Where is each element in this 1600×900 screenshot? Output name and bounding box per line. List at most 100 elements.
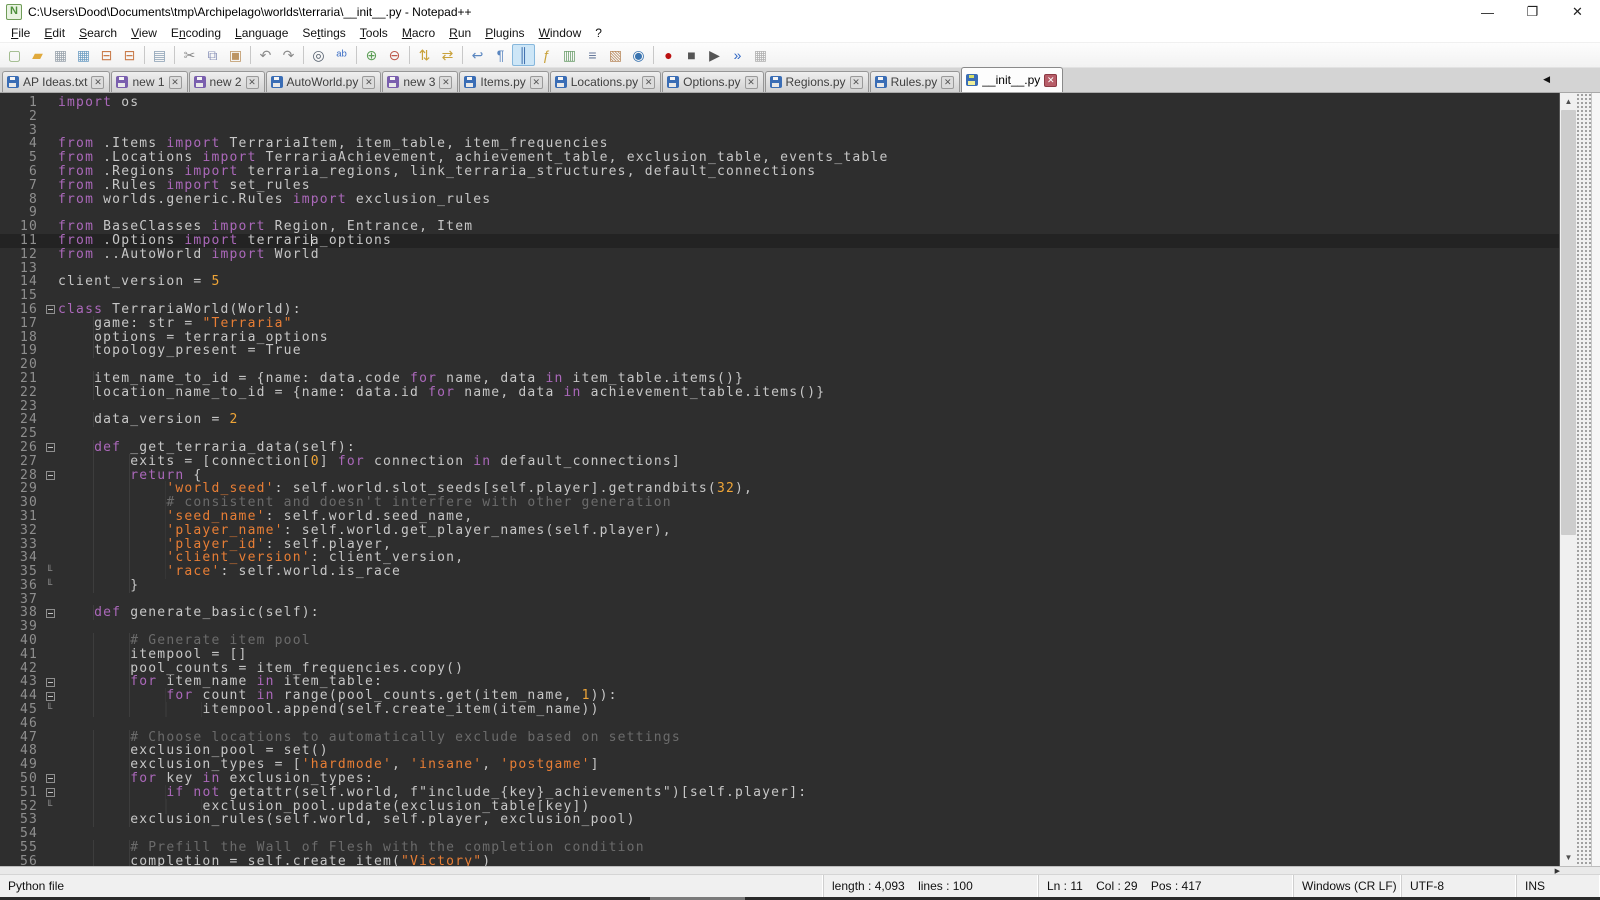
fold-collapse-icon[interactable] bbox=[46, 609, 55, 618]
menu-item-macro[interactable]: Macro bbox=[395, 25, 442, 41]
new-file-icon[interactable]: ▢ bbox=[3, 44, 26, 66]
tab-close-icon[interactable]: ✕ bbox=[169, 76, 182, 89]
status-eol-format[interactable]: Windows (CR LF) bbox=[1294, 875, 1402, 897]
indent-guide-icon[interactable]: ║ bbox=[512, 44, 535, 66]
code-line: 12from ..AutoWorld import World bbox=[0, 248, 1559, 262]
fold-collapse-icon[interactable] bbox=[46, 443, 55, 452]
undo-icon[interactable]: ↶ bbox=[254, 44, 277, 66]
tab-options-py[interactable]: Options.py✕ bbox=[662, 71, 763, 92]
tab-close-icon[interactable]: ✕ bbox=[941, 76, 954, 89]
run-macro-multi-icon[interactable]: » bbox=[726, 44, 749, 66]
vertical-scrollbar-thumb[interactable] bbox=[1561, 110, 1576, 535]
tab-locations-py[interactable]: Locations.py✕ bbox=[550, 71, 661, 92]
fold-collapse-icon[interactable] bbox=[46, 305, 55, 314]
save-macro-icon[interactable]: ▦ bbox=[749, 44, 772, 66]
tab-regions-py[interactable]: Regions.py✕ bbox=[765, 71, 869, 92]
tab-new-2[interactable]: new 2✕ bbox=[189, 71, 265, 92]
menu-item-edit[interactable]: Edit bbox=[37, 25, 72, 41]
horizontal-scrollbar[interactable]: ▶ bbox=[0, 866, 1600, 874]
copy-icon[interactable]: ⧉ bbox=[201, 44, 224, 66]
vertical-scrollbar[interactable]: ▲ ▼ bbox=[1559, 93, 1576, 866]
code-text: from ..AutoWorld import World bbox=[58, 248, 1559, 262]
print-icon[interactable]: ▤ bbox=[148, 44, 171, 66]
scroll-down-arrow-icon[interactable]: ▼ bbox=[1560, 849, 1577, 866]
fold-margin bbox=[42, 634, 58, 648]
doc-map-icon[interactable]: ▥ bbox=[558, 44, 581, 66]
menu-item-settings[interactable]: Settings bbox=[295, 25, 352, 41]
tab--init-py[interactable]: __init__.py✕ bbox=[961, 67, 1063, 92]
folder-workspace-icon[interactable]: ▧ bbox=[604, 44, 627, 66]
cut-icon[interactable]: ✂ bbox=[178, 44, 201, 66]
menu-item-run[interactable]: Run bbox=[442, 25, 478, 41]
minimize-button[interactable]: — bbox=[1465, 0, 1510, 24]
tab-close-icon[interactable]: ✕ bbox=[1044, 74, 1057, 87]
fold-collapse-icon[interactable] bbox=[46, 692, 55, 701]
menu-item-window[interactable]: Window bbox=[532, 25, 589, 41]
scroll-right-arrow-icon[interactable]: ▶ bbox=[1555, 867, 1560, 875]
doc-list-icon[interactable]: ≡ bbox=[581, 44, 604, 66]
menu-item-search[interactable]: Search bbox=[72, 25, 124, 41]
doc-monitor-icon[interactable]: ◉ bbox=[627, 44, 650, 66]
find-icon[interactable]: ◎ bbox=[307, 44, 330, 66]
fold-collapse-icon[interactable] bbox=[46, 788, 55, 797]
close-button[interactable]: ✕ bbox=[1555, 0, 1600, 24]
redo-icon[interactable]: ↷ bbox=[277, 44, 300, 66]
fold-collapse-icon[interactable] bbox=[46, 678, 55, 687]
sync-vertical-icon[interactable]: ⇅ bbox=[413, 44, 436, 66]
word-wrap-icon[interactable]: ↩ bbox=[466, 44, 489, 66]
tab-ap-ideas-txt[interactable]: AP Ideas.txt✕ bbox=[2, 71, 110, 92]
save-icon[interactable]: ▦ bbox=[49, 44, 72, 66]
code-text: item_name_to_id = {name: data.code for n… bbox=[58, 372, 1559, 386]
tab-close-icon[interactable]: ✕ bbox=[362, 76, 375, 89]
tab-autoworld-py[interactable]: AutoWorld.py✕ bbox=[266, 71, 382, 92]
tab-items-py[interactable]: Items.py✕ bbox=[459, 71, 548, 92]
code-line: 27 exits = [connection[0] for connection… bbox=[0, 455, 1559, 469]
code-editor[interactable]: 1import os234from .Items import Terraria… bbox=[0, 93, 1559, 866]
play-macro-icon[interactable]: ▶ bbox=[703, 44, 726, 66]
menu-item-?[interactable]: ? bbox=[588, 25, 609, 41]
tab-scroll-left-icon[interactable]: ◀ bbox=[1543, 74, 1550, 85]
scroll-up-arrow-icon[interactable]: ▲ bbox=[1560, 93, 1577, 110]
fold-margin bbox=[42, 689, 58, 703]
line-number: 17 bbox=[0, 317, 42, 331]
status-insert-mode[interactable]: INS bbox=[1517, 875, 1600, 897]
tab-close-icon[interactable]: ✕ bbox=[642, 76, 655, 89]
save-all-icon[interactable]: ▦ bbox=[72, 44, 95, 66]
close-doc-icon[interactable]: ⊟ bbox=[95, 44, 118, 66]
show-all-chars-icon[interactable]: ¶ bbox=[489, 44, 512, 66]
tab-close-icon[interactable]: ✕ bbox=[91, 76, 104, 89]
menu-item-language[interactable]: Language bbox=[228, 25, 295, 41]
menu-item-file[interactable]: File bbox=[4, 25, 37, 41]
menu-item-encoding[interactable]: Encoding bbox=[164, 25, 228, 41]
fold-margin bbox=[42, 206, 58, 220]
status-encoding[interactable]: UTF-8 bbox=[1402, 875, 1517, 897]
open-folder-icon[interactable]: ▰ bbox=[26, 44, 49, 66]
sync-horizontal-icon[interactable]: ⇄ bbox=[436, 44, 459, 66]
tab-new-3[interactable]: new 3✕ bbox=[382, 71, 458, 92]
tab-close-icon[interactable]: ✕ bbox=[745, 76, 758, 89]
close-all-docs-icon[interactable]: ⊟ bbox=[118, 44, 141, 66]
menu-item-view[interactable]: View bbox=[124, 25, 164, 41]
function-list-icon[interactable]: ƒ bbox=[535, 44, 558, 66]
replace-icon[interactable]: ᵃᵇ bbox=[330, 44, 353, 66]
menu-item-plugins[interactable]: Plugins bbox=[478, 25, 531, 41]
fold-margin: ╙ bbox=[42, 579, 58, 593]
menu-item-tools[interactable]: Tools bbox=[353, 25, 395, 41]
fold-collapse-icon[interactable] bbox=[46, 774, 55, 783]
tab-close-icon[interactable]: ✕ bbox=[246, 76, 259, 89]
tab-close-icon[interactable]: ✕ bbox=[439, 76, 452, 89]
paste-icon[interactable]: ▣ bbox=[224, 44, 247, 66]
tab-close-icon[interactable]: ✕ bbox=[530, 76, 543, 89]
zoom-out-icon[interactable]: ⊖ bbox=[383, 44, 406, 66]
view-splitter-handle[interactable] bbox=[1576, 93, 1591, 866]
stop-macro-icon[interactable]: ■ bbox=[680, 44, 703, 66]
code-line: 9 bbox=[0, 206, 1559, 220]
zoom-in-icon[interactable]: ⊕ bbox=[360, 44, 383, 66]
fold-collapse-icon[interactable] bbox=[46, 471, 55, 480]
tab-new-1[interactable]: new 1✕ bbox=[111, 71, 187, 92]
fold-margin bbox=[42, 386, 58, 400]
tab-close-icon[interactable]: ✕ bbox=[850, 76, 863, 89]
tab-rules-py[interactable]: Rules.py✕ bbox=[870, 71, 961, 92]
record-macro-icon[interactable]: ● bbox=[657, 44, 680, 66]
restore-button[interactable]: ❐ bbox=[1510, 0, 1555, 24]
